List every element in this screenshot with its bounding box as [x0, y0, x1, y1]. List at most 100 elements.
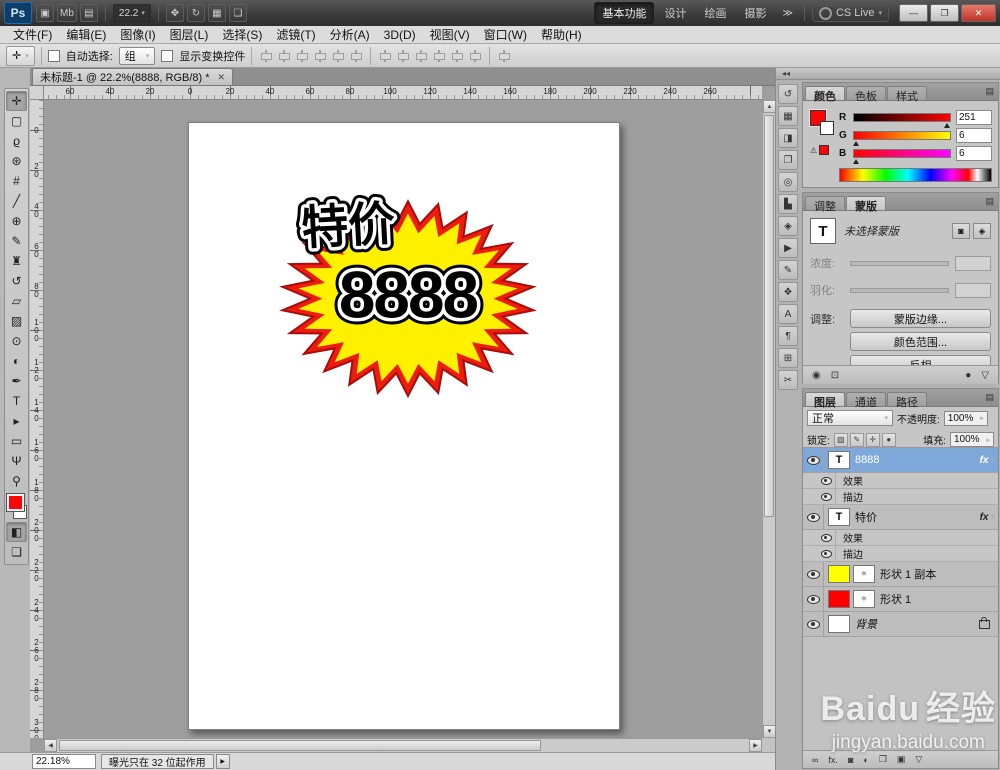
layer-name[interactable]: 8888: [855, 454, 980, 466]
distribute-bottom-edges-icon[interactable]: [413, 49, 429, 63]
new-group-icon[interactable]: ❐: [879, 754, 887, 765]
healing-brush-tool[interactable]: ⊕: [6, 211, 27, 231]
align-horizontal-centers-icon[interactable]: [330, 49, 346, 63]
clone-stamp-tool[interactable]: ♜: [6, 251, 27, 271]
close-button[interactable]: ✕: [961, 4, 996, 22]
auto-align-layers-icon[interactable]: [496, 49, 512, 63]
red-channel-slider[interactable]: [853, 112, 951, 128]
menu-item[interactable]: 滤镜(T): [269, 26, 322, 43]
actions-panel-icon[interactable]: ▶: [778, 238, 798, 258]
brush-tool[interactable]: ✎: [6, 231, 27, 251]
distribute-horizontal-centers-icon[interactable]: [449, 49, 465, 63]
density-slider[interactable]: [850, 260, 949, 266]
lock-all-icon[interactable]: ●: [881, 432, 896, 447]
scroll-right-arrow[interactable]: ▶: [749, 739, 762, 752]
restore-button[interactable]: ❐: [930, 4, 959, 22]
menu-item[interactable]: 分析(A): [323, 26, 377, 43]
marquee-tool[interactable]: ▢: [6, 111, 27, 131]
menu-item[interactable]: 视图(V): [423, 26, 477, 43]
layer-row-shape1-copy[interactable]: ✶ 形状 1 副本: [803, 562, 998, 587]
tab-adjustments[interactable]: 调整: [805, 196, 845, 213]
lock-transparent-pixels-icon[interactable]: ▨: [833, 432, 848, 447]
screen-mode-icon[interactable]: ❏: [228, 4, 247, 22]
layer-fx-badge[interactable]: fx ▾: [980, 455, 994, 466]
blue-channel-slider[interactable]: [852, 148, 951, 164]
tab-masks[interactable]: 蒙版: [846, 196, 886, 213]
green-channel-slider[interactable]: [852, 130, 951, 146]
zoom-tool[interactable]: ⚲: [6, 471, 27, 491]
panel-menu-icon[interactable]: ▤: [985, 392, 994, 403]
dodge-tool[interactable]: ◐: [6, 351, 27, 371]
distribute-right-edges-icon[interactable]: [467, 49, 483, 63]
layer-stroke-row[interactable]: 描边: [803, 489, 998, 505]
mask-edge-button[interactable]: 蒙版边缘...: [850, 309, 991, 328]
align-top-edges-icon[interactable]: [258, 49, 274, 63]
stroke-effect-label[interactable]: 描边: [843, 489, 863, 504]
character-panel-icon[interactable]: A: [778, 304, 798, 324]
distribute-left-edges-icon[interactable]: [431, 49, 447, 63]
visibility-toggle[interactable]: [803, 448, 824, 472]
menu-item[interactable]: 编辑(E): [59, 26, 113, 43]
cs-live-button[interactable]: CS Live ▾: [811, 4, 889, 22]
eyedropper-tool[interactable]: ╱: [6, 191, 27, 211]
delete-layer-icon[interactable]: ▽: [915, 754, 922, 765]
navigator-panel-icon[interactable]: ◈: [778, 216, 798, 236]
background-layer-thumbnail[interactable]: [828, 615, 850, 633]
tab-paths[interactable]: 路径: [887, 392, 927, 409]
mini-bridge-icon[interactable]: Mb: [57, 4, 77, 22]
vector-mask-thumbnail[interactable]: ✶: [853, 590, 875, 608]
visibility-toggle[interactable]: [803, 562, 824, 586]
show-transform-checkbox[interactable]: [161, 49, 174, 62]
new-adjustment-layer-icon[interactable]: ◐: [863, 755, 868, 765]
fill-combo[interactable]: 100% ▸: [950, 432, 994, 447]
align-vertical-centers-icon[interactable]: [276, 49, 292, 63]
visibility-toggle[interactable]: [817, 530, 836, 545]
horizontal-scroll-thumb[interactable]: [59, 740, 541, 751]
green-channel-value[interactable]: 6: [956, 127, 992, 143]
tab-layers[interactable]: 图层: [805, 392, 845, 409]
panel-menu-icon[interactable]: ▤: [985, 196, 994, 207]
horizontal-ruler[interactable]: 60 40 20 0 20 40 60 80 100 120 140 160 180 200 220 240 2…: [44, 86, 762, 100]
history-brush-tool[interactable]: ↺: [6, 271, 27, 291]
tab-channels[interactable]: 通道: [846, 392, 886, 409]
workspace-button[interactable]: 设计: [656, 2, 694, 24]
pen-tool[interactable]: ✒: [6, 371, 27, 391]
history-panel-icon[interactable]: ↺: [778, 84, 798, 104]
blend-mode-dropdown[interactable]: 正常 ▾: [807, 410, 893, 426]
layer-row-8888[interactable]: T 8888 fx ▾: [803, 448, 998, 473]
layer-effects-row[interactable]: 效果: [803, 473, 998, 489]
brush-panel-icon[interactable]: ❖: [778, 282, 798, 302]
gamut-warning-icon[interactable]: ⚠: [810, 145, 830, 155]
layer-name[interactable]: 背景: [855, 616, 979, 632]
vertical-ruler[interactable]: 0 20 40 60 80 100 120 140 160 180 200 220 240 260 280 3…: [30, 100, 44, 738]
background-color-swatch[interactable]: [820, 121, 834, 135]
collapse-dock-button[interactable]: ◂◂: [776, 68, 1000, 80]
close-tab-icon[interactable]: ✕: [218, 72, 226, 83]
text-layer-thumbnail[interactable]: T: [828, 451, 850, 469]
notes-panel-icon[interactable]: ✂: [778, 370, 798, 390]
density-value[interactable]: [955, 255, 991, 271]
hand-tool[interactable]: Ψ: [6, 451, 27, 471]
vertical-scrollbar[interactable]: ▲ ▼: [762, 100, 776, 738]
align-left-edges-icon[interactable]: [312, 49, 328, 63]
ruler-corner[interactable]: [30, 86, 44, 100]
tab-swatches[interactable]: 色板: [846, 86, 886, 103]
layer-name[interactable]: 形状 1: [880, 591, 998, 607]
feather-slider[interactable]: [850, 287, 949, 293]
shape-color-thumbnail[interactable]: [828, 590, 850, 608]
tab-color[interactable]: 颜色: [805, 86, 845, 103]
hand-nav-icon[interactable]: ✥: [165, 4, 184, 22]
scroll-left-arrow[interactable]: ◀: [44, 739, 57, 752]
slider-marker-icon[interactable]: [944, 122, 951, 128]
menu-item[interactable]: 图层(L): [163, 26, 216, 43]
paragraph-panel-icon[interactable]: ¶: [778, 326, 798, 346]
menu-item[interactable]: 帮助(H): [534, 26, 589, 43]
disable-mask-icon[interactable]: ●: [965, 370, 971, 381]
type-tool[interactable]: T: [6, 391, 27, 411]
layer-fx-badge[interactable]: fx ▾: [980, 512, 994, 523]
status-zoom-field[interactable]: 22.18%: [32, 754, 96, 769]
layer-name[interactable]: 特价: [855, 509, 980, 525]
layer-stroke-row[interactable]: 描边: [803, 546, 998, 562]
path-selection-tool[interactable]: ▸: [6, 411, 27, 431]
workspace-button[interactable]: 绘画: [696, 2, 734, 24]
